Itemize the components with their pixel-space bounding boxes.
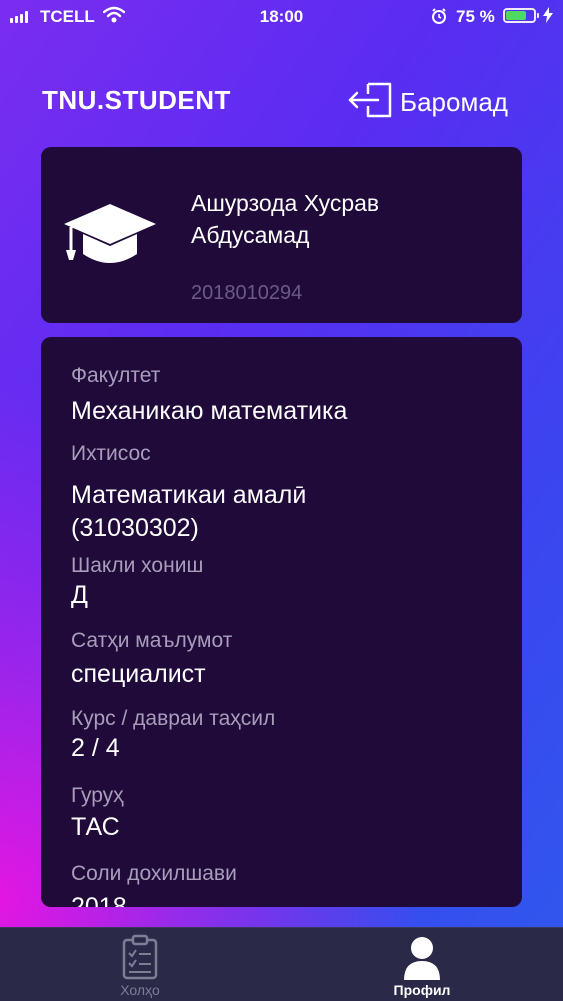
- user-profile-icon: [402, 934, 442, 985]
- logout-label: Баромад: [400, 87, 508, 117]
- tab-profile[interactable]: Профил: [352, 928, 492, 1001]
- battery-percent: 75 %: [456, 7, 495, 26]
- education-level-label: Сатҳи маълумот: [71, 629, 233, 652]
- battery-level: [506, 11, 527, 20]
- study-form-value: Д: [71, 581, 88, 609]
- study-form-label: Шакли хониш: [71, 554, 204, 577]
- admission-year-field: Соли дохилшави 2018: [71, 861, 501, 907]
- specialty-field: Ихтисос Математикаи амалӣ (31030302): [71, 441, 501, 545]
- status-bar: TCELL 18:00 75 %: [0, 0, 563, 34]
- logout-button[interactable]: Баромад: [346, 80, 508, 125]
- student-name: Ашурзода Хусрав Абдусамад: [191, 187, 491, 251]
- specialty-label: Ихтисос: [71, 442, 151, 465]
- faculty-label: Факултет: [71, 364, 161, 387]
- group-field: Гуруҳ ТАС: [71, 783, 501, 844]
- student-info-card[interactable]: Факултет Механикаю математика Ихтисос Ма…: [41, 337, 522, 907]
- tab-bar: Холҳо Профил: [0, 927, 563, 1001]
- charging-icon: [543, 7, 553, 27]
- course-value: 2 / 4: [71, 734, 120, 762]
- logout-icon: [346, 80, 394, 125]
- specialty-value-line2: (31030302): [71, 514, 199, 542]
- battery-tip: [537, 13, 539, 18]
- admission-year-value: 2018: [71, 893, 127, 907]
- tab-profile-label: Профил: [393, 982, 451, 998]
- tab-tasks[interactable]: Холҳо: [70, 928, 210, 1001]
- profile-card: Ашурзода Хусрав Абдусамад 2018010294: [41, 147, 522, 323]
- app-title: TNU.STUDENT: [42, 85, 231, 115]
- student-name-line2: Абдусамад: [191, 222, 310, 248]
- education-level-value: специалист: [71, 660, 206, 688]
- group-value: ТАС: [71, 813, 120, 841]
- education-level-field: Сатҳи маълумот специалист: [71, 628, 501, 691]
- tab-tasks-label: Холҳо: [120, 982, 160, 998]
- study-form-field: Шакли хониш Д: [71, 553, 501, 612]
- battery-icon: [503, 8, 536, 23]
- student-id: 2018010294: [191, 282, 303, 304]
- alarm-icon: [431, 7, 447, 30]
- group-label: Гуруҳ: [71, 784, 124, 807]
- graduation-cap-icon: [63, 202, 158, 277]
- course-label: Курс / давраи таҳсил: [71, 707, 276, 730]
- student-name-line1: Ашурзода Хусрав: [191, 190, 380, 216]
- faculty-value: Механикаю математика: [71, 397, 348, 425]
- admission-year-label: Соли дохилшави: [71, 862, 237, 885]
- faculty-field: Факултет Механикаю математика: [71, 363, 501, 428]
- specialty-value-line1: Математикаи амалӣ: [71, 481, 307, 509]
- clipboard-checklist-icon: [120, 934, 160, 985]
- course-field: Курс / давраи таҳсил 2 / 4: [71, 706, 501, 765]
